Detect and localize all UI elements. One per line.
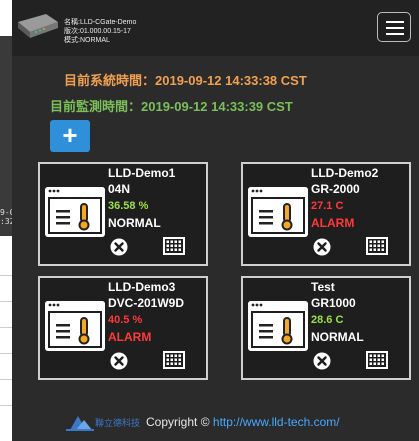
device-card[interactable]: LLD-Demo2 GR-2000 27.1 C ALARM: [241, 162, 411, 266]
device-value-label: 27.1 C: [311, 200, 344, 212]
background-row: [0, 302, 12, 328]
app-header: 名稱:LLD-CGate-Demo 版次:01.000.00.15-17 模式:…: [12, 0, 419, 56]
background-dark-panel: [0, 36, 12, 236]
device-name-label: LLD-Demo2: [311, 166, 379, 180]
background-row: [0, 354, 12, 380]
background-rows: [0, 250, 12, 406]
close-circle-icon[interactable]: [313, 238, 331, 256]
grid-icon[interactable]: [365, 350, 389, 370]
company-logo-text: 聯立德科技: [95, 417, 140, 429]
main-content: 目前系統時間：2019-09-12 14:33:38 CST 目前監測時間：20…: [12, 56, 419, 441]
device-name-label: LLD-Demo1: [108, 166, 176, 180]
device-model-label: DVC-201W9D: [108, 296, 185, 310]
gateway-device-icon: [18, 14, 58, 38]
device-card[interactable]: LLD-Demo1 04N 36.58 % NORMAL: [38, 162, 208, 266]
device-value-label: 40.5 %: [108, 314, 143, 326]
thermometer-window-icon: [248, 187, 308, 237]
device-name: 名稱:LLD-CGate-Demo: [64, 19, 137, 26]
device-name-label: LLD-Demo3: [108, 280, 176, 294]
close-circle-icon[interactable]: [110, 352, 128, 370]
grid-icon[interactable]: [162, 236, 186, 256]
company-link[interactable]: http://www.lld-tech.com/: [213, 415, 340, 429]
device-model-label: GR-2000: [311, 182, 360, 196]
hamburger-icon-bar: [386, 27, 404, 29]
copyright-text: Copyright ©: [146, 415, 210, 429]
hamburger-icon-bar: [386, 33, 404, 35]
hamburger-icon: [386, 21, 404, 23]
plus-icon: +: [62, 120, 78, 150]
device-model-label: 04N: [108, 182, 131, 196]
background-row: [0, 276, 12, 302]
copyright: Copyright © http://www.lld-tech.com/: [146, 415, 340, 429]
close-circle-icon[interactable]: [110, 238, 128, 256]
system-time: 目前系統時間：2019-09-12 14:33:38 CST: [64, 73, 307, 88]
device-status-label: ALARM: [108, 330, 152, 344]
device-status-label: NORMAL: [108, 216, 161, 230]
menu-button[interactable]: [377, 12, 411, 42]
device-status-label: NORMAL: [311, 330, 364, 344]
background-row: [0, 380, 12, 406]
device-model-label: GR1000: [311, 296, 356, 310]
background-row: [0, 328, 12, 354]
footer: 聯立德科技 Copyright © http://www.lld-tech.co…: [12, 406, 419, 436]
device-card[interactable]: LLD-Demo3 DVC-201W9D 40.5 % ALARM: [38, 276, 208, 380]
monitor-time: 目前監測時間：2019-09-12 14:33:39 CST: [50, 99, 293, 114]
thermometer-window-icon: [45, 301, 105, 351]
company-logo-icon: 聯立德科技: [66, 416, 140, 431]
device-info: 名稱:LLD-CGate-Demo 版次:01.000.00.15-17 模式:…: [64, 18, 136, 45]
grid-icon[interactable]: [162, 350, 186, 370]
thermometer-window-icon: [45, 187, 105, 237]
close-circle-icon[interactable]: [313, 352, 331, 370]
background-row: [0, 250, 12, 276]
background-page: 9-0 :32: [0, 0, 14, 441]
device-status-label: ALARM: [311, 216, 355, 230]
device-name-label: Test: [311, 280, 335, 294]
grid-icon[interactable]: [365, 236, 389, 256]
thermometer-window-icon: [248, 301, 308, 351]
device-value-label: 36.58 %: [108, 200, 149, 212]
add-device-button[interactable]: +: [50, 120, 90, 152]
device-mode: 模式:NORMAL: [64, 37, 110, 44]
device-version: 版次:01.000.00.15-17: [64, 28, 131, 35]
device-card[interactable]: Test GR1000 28.6 C NORMAL: [241, 276, 411, 380]
device-value-label: 28.6 C: [311, 314, 344, 326]
